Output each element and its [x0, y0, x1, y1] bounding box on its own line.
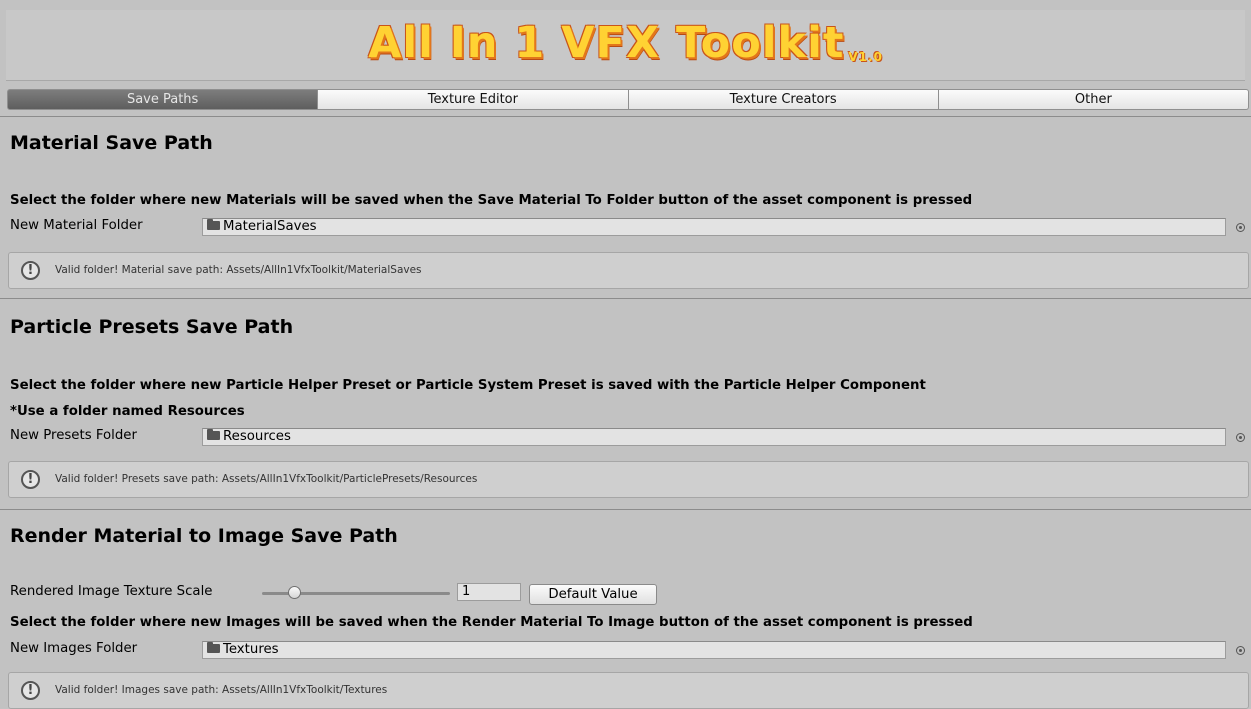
- render-description: Select the folder where new Images will …: [10, 615, 973, 630]
- presets-note: *Use a folder named Resources: [10, 404, 245, 419]
- presets-folder-field[interactable]: Resources: [202, 428, 1226, 446]
- object-picker-icon[interactable]: [1236, 433, 1245, 442]
- default-value-button[interactable]: Default Value: [529, 584, 657, 605]
- logo-version-text: V1.0: [848, 50, 883, 64]
- material-helpbox: ! Valid folder! Material save path: Asse…: [8, 252, 1249, 289]
- material-folder-value: MaterialSaves: [223, 219, 317, 234]
- presets-help-text: Valid folder! Presets save path: Assets/…: [55, 473, 478, 485]
- folder-icon: [207, 219, 220, 230]
- tab-texture-creators[interactable]: Texture Creators: [628, 89, 939, 110]
- tab-texture-editor[interactable]: Texture Editor: [318, 89, 629, 110]
- info-exclamation-icon: !: [21, 261, 40, 280]
- folder-icon: [207, 429, 220, 440]
- tab-bar: Save Paths Texture Editor Texture Creato…: [7, 89, 1249, 110]
- object-picker-icon[interactable]: [1236, 223, 1245, 232]
- tab-save-paths[interactable]: Save Paths: [7, 89, 319, 110]
- logo-title-text: All In 1 VFX Toolkit: [368, 18, 845, 68]
- tab-other[interactable]: Other: [938, 89, 1249, 110]
- texture-scale-input[interactable]: 1: [457, 583, 521, 601]
- divider: [0, 116, 1251, 117]
- info-exclamation-icon: !: [21, 681, 40, 700]
- images-folder-field[interactable]: Textures: [202, 641, 1226, 659]
- images-folder-label: New Images Folder: [10, 641, 138, 656]
- presets-folder-label: New Presets Folder: [10, 428, 137, 443]
- presets-description: Select the folder where new Particle Hel…: [10, 378, 926, 393]
- images-folder-value: Textures: [223, 642, 279, 657]
- material-folder-field[interactable]: MaterialSaves: [202, 218, 1226, 236]
- presets-folder-value: Resources: [223, 429, 291, 444]
- divider: [0, 298, 1251, 299]
- presets-helpbox: ! Valid folder! Presets save path: Asset…: [8, 461, 1249, 498]
- texture-scale-slider-thumb[interactable]: [288, 586, 301, 599]
- material-folder-label: New Material Folder: [10, 218, 143, 233]
- material-section-title: Material Save Path: [10, 132, 213, 154]
- images-helpbox: ! Valid folder! Images save path: Assets…: [8, 672, 1249, 709]
- header-banner: All In 1 VFX Toolkit V1.0: [6, 10, 1245, 81]
- object-picker-icon[interactable]: [1236, 646, 1245, 655]
- presets-section-title: Particle Presets Save Path: [10, 316, 294, 338]
- divider: [0, 509, 1251, 510]
- material-description: Select the folder where new Materials wi…: [10, 193, 973, 208]
- material-help-text: Valid folder! Material save path: Assets…: [55, 264, 422, 276]
- texture-scale-label: Rendered Image Texture Scale: [10, 584, 213, 599]
- render-section-title: Render Material to Image Save Path: [10, 525, 398, 547]
- images-help-text: Valid folder! Images save path: Assets/A…: [55, 684, 388, 696]
- folder-icon: [207, 642, 220, 653]
- info-exclamation-icon: !: [21, 470, 40, 489]
- app-logo-title: All In 1 VFX Toolkit V1.0: [6, 18, 1245, 68]
